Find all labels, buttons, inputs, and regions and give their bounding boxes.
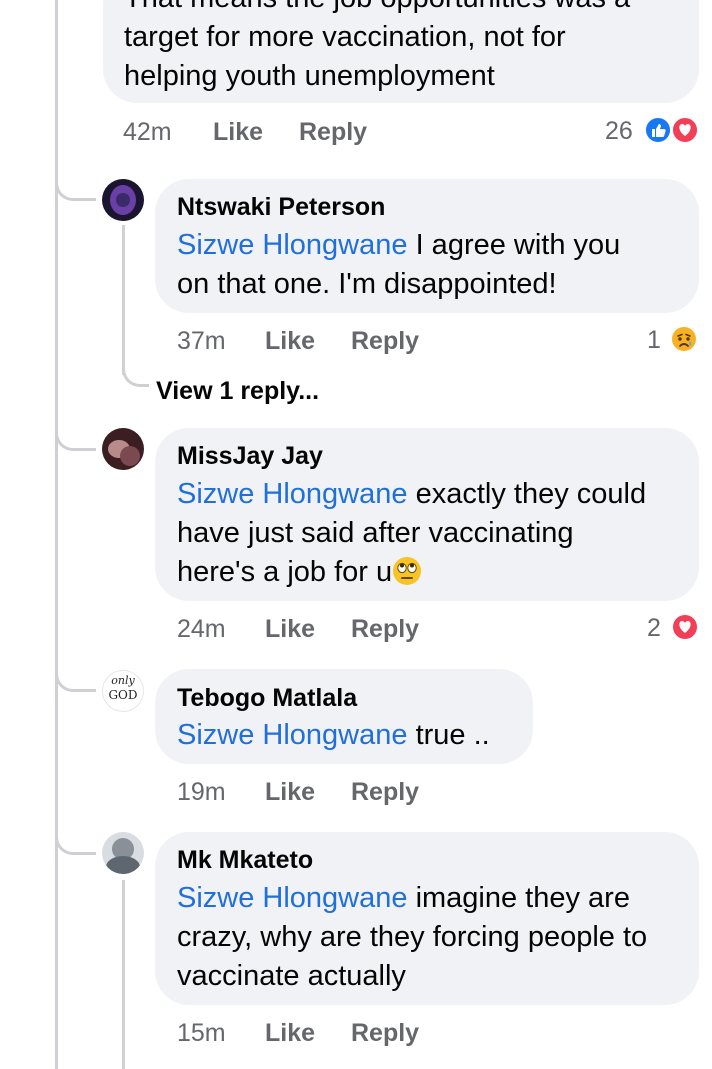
reply-thread-line [122,225,125,375]
thread-connector [55,165,96,201]
comment-text: Sizwe Hlongwane exactly they could have … [177,478,647,588]
comment-text: Sizwe Hlongwane I agree with you on that… [177,229,621,300]
avatar[interactable] [102,179,144,221]
reply-button[interactable]: Reply [351,778,419,807]
avatar[interactable] [102,428,144,470]
comment-timestamp: 19m [177,778,226,806]
comment-author[interactable]: MissJay Jay [177,442,323,471]
love-icon [671,116,699,144]
comment-author[interactable]: Mk Mkateto [177,846,313,875]
avatar[interactable] [102,832,144,874]
avatar-text: only [111,674,135,687]
sad-icon [672,327,696,351]
like-button[interactable]: Like [265,327,315,356]
reply-thread-line [122,880,125,1069]
reply-button[interactable]: Reply [351,615,419,644]
reaction-count[interactable]: 2 [647,614,661,643]
thread-connector [55,819,96,855]
mention-link[interactable]: Sizwe Hlongwane [177,882,408,914]
mention-link[interactable]: Sizwe Hlongwane [177,229,408,261]
comment-text: That means the job opportunities was a t… [124,0,630,92]
like-button[interactable]: Like [213,118,263,147]
reaction-count[interactable]: 1 [647,326,661,355]
comment-timestamp: 15m [177,1019,226,1047]
mention-link[interactable]: Sizwe Hlongwane [177,719,408,751]
like-button[interactable]: Like [265,615,315,644]
comment-timestamp: 37m [177,327,226,355]
comment-text: Sizwe Hlongwane true .. [177,719,490,751]
view-replies-link[interactable]: View 1 reply... [156,377,319,406]
comment-author[interactable]: Ntswaki Peterson [177,193,385,222]
like-button[interactable]: Like [265,1019,315,1048]
mention-link[interactable]: Sizwe Hlongwane [177,478,408,510]
avatar-text: GOD [108,688,138,702]
thread-connector [55,656,96,692]
like-icon [644,116,672,144]
reply-button[interactable]: Reply [299,118,367,147]
comment-author[interactable]: Tebogo Matlala [177,684,357,713]
reaction-count[interactable]: 26 [605,117,633,146]
reply-button[interactable]: Reply [351,327,419,356]
comment-text: Sizwe Hlongwane imagine they are crazy, … [177,882,648,992]
thread-connector [55,415,96,451]
thread-line [55,0,58,1069]
like-button[interactable]: Like [265,778,315,807]
comment-timestamp: 24m [177,615,226,643]
avatar[interactable]: only GOD [102,670,144,712]
thread-connector [122,360,149,387]
reply-button[interactable]: Reply [351,1019,419,1048]
comment-timestamp: 42m [123,118,172,146]
love-icon [671,613,699,641]
eye-roll-emoji [393,557,422,585]
